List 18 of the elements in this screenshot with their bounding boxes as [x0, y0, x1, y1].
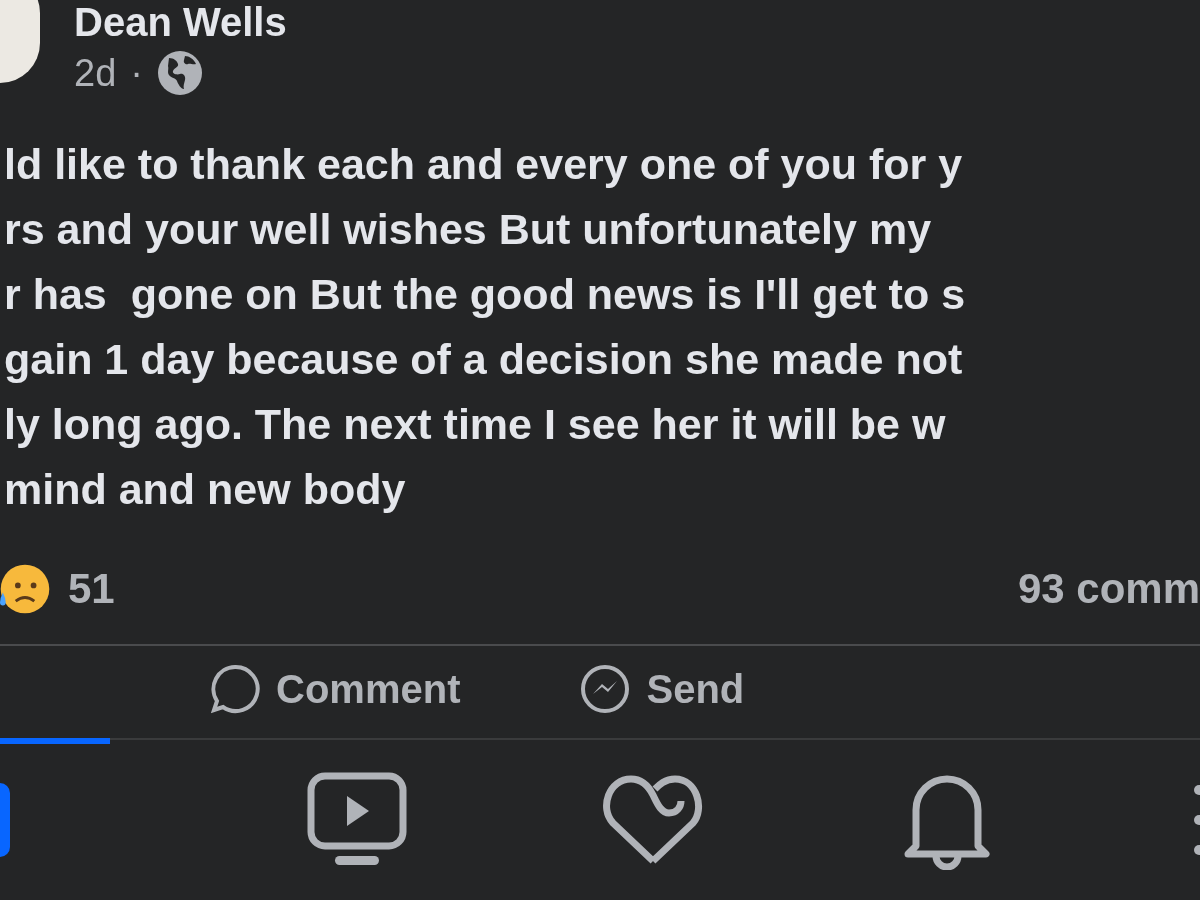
post-text-line: mind and new body [4, 464, 407, 515]
post-time: 2d [74, 51, 117, 95]
messenger-icon [580, 664, 631, 714]
reaction-count[interactable]: 51 [68, 565, 115, 613]
avatar[interactable] [0, 0, 40, 83]
globe-icon [156, 50, 203, 96]
author-name[interactable]: Dean Wells [74, 0, 287, 44]
post-text-line: ly long ago. The next time I see her it will be w [4, 399, 947, 450]
separator-dot: · [130, 51, 143, 95]
video-icon [306, 772, 407, 868]
comment-button[interactable]: Comment [210, 664, 461, 714]
post-text-line: r has gone on But the good news is I'll get to s [4, 269, 967, 320]
speech-bubble-icon [210, 664, 260, 714]
post-text-line: ld like to thank each and every one of you for y [4, 139, 964, 190]
send-button[interactable]: Send [580, 664, 745, 714]
comment-count[interactable]: 93 comm [1017, 565, 1200, 613]
post-text-line: gain 1 day because of a decision she made not [4, 334, 964, 385]
post-text-line: rs and your well wishes But unfortunately my [4, 204, 933, 255]
